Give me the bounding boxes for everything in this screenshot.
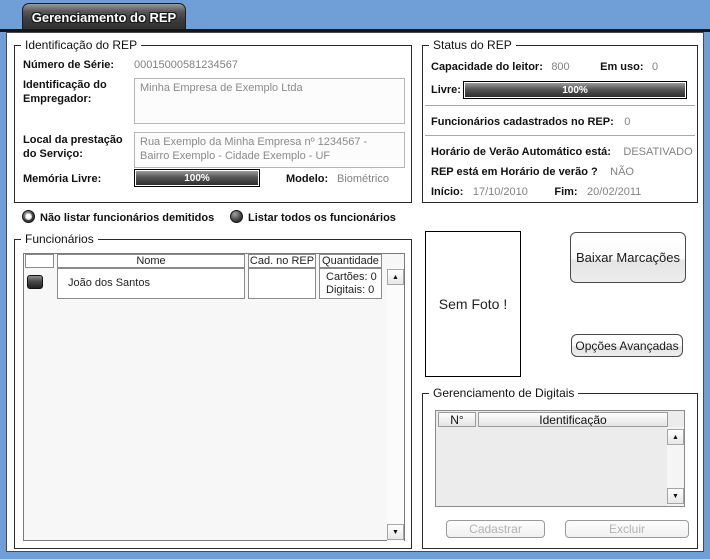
capacidade-value: 800: [551, 61, 569, 73]
fim-label: Fim:: [554, 186, 577, 198]
local-label: Local da prestação do Serviço:: [23, 133, 128, 161]
emuso-value: 0: [652, 61, 658, 73]
groupbox-identificacao-title: Identificação do REP: [21, 38, 141, 52]
capacity-row: Capacidade do leitor: 800 Em uso: 0: [431, 57, 689, 75]
cadastrados-label: Funcionários cadastrados no REP:: [431, 116, 614, 128]
groupbox-digitais-title: Gerenciamento de Digitais: [429, 386, 578, 400]
empregador-label: Identificação do Empregador:: [23, 78, 128, 106]
groupbox-status: Status do REP Capacidade do leitor: 800 …: [422, 45, 698, 203]
memoria-progressbar: 100%: [134, 169, 260, 187]
employee-table-scrollbar[interactable]: [387, 268, 404, 541]
employee-scroll-up-button[interactable]: ▲: [387, 269, 404, 285]
scroll-down-icon: ▼: [672, 493, 679, 500]
employee-table: Nome Cad. no REP Quantidade João dos San…: [23, 253, 405, 541]
baixar-marcacoes-button[interactable]: Baixar Marcações: [570, 232, 686, 283]
dst-current-row: REP está em Horário de verão ? NÃO: [431, 162, 689, 180]
employee-table-header-select[interactable]: [25, 254, 54, 268]
opcoes-avancadas-label: Opções Avançadas: [575, 339, 678, 353]
tab-title: Gerenciamento do REP: [32, 10, 176, 25]
employee-row-quantidade[interactable]: Cartões: 0 Digitais: 0: [319, 268, 382, 299]
fim-value: 20/02/2011: [587, 186, 641, 198]
cadastrados-value: 0: [624, 116, 630, 128]
registered-row: Funcionários cadastrados no REP: 0: [431, 112, 689, 130]
groupbox-status-title: Status do REP: [429, 38, 516, 52]
capacidade-label: Capacidade do leitor:: [431, 61, 543, 73]
employee-row-digitais: Digitais: 0: [326, 284, 381, 297]
modelo-value: Biométrico: [337, 173, 389, 185]
status-separator-1: [425, 105, 695, 106]
employee-table-header-cad[interactable]: Cad. no REP: [248, 254, 316, 268]
livre-label: Livre:: [431, 84, 461, 96]
modelo-label: Modelo:: [286, 173, 328, 185]
main-panel: Identificação do REP Número de Série: 00…: [6, 32, 704, 552]
digitais-table: N° Identificação ▲ ▼: [435, 410, 685, 507]
digitais-scroll-down-button[interactable]: ▼: [667, 488, 684, 504]
groupbox-funcionarios-title: Funcionários: [21, 232, 98, 246]
emuso-label: Em uso:: [600, 61, 643, 73]
verao-value: NÃO: [610, 166, 634, 178]
employee-scroll-down-button[interactable]: ▼: [387, 524, 404, 540]
tab-gerenciamento-do-rep[interactable]: Gerenciamento do REP: [22, 3, 186, 30]
scroll-up-icon: ▲: [672, 434, 679, 441]
digitais-header-numero[interactable]: N°: [438, 412, 476, 427]
groupbox-identificacao: Identificação do REP Número de Série: 00…: [14, 45, 412, 203]
inicio-label: Início:: [431, 186, 463, 198]
verao-auto-label: Horário de Verão Automático está:: [431, 146, 611, 158]
groupbox-funcionarios: Funcionários Nome Cad. no REP Quantidade…: [14, 239, 412, 549]
photo-placeholder-text: Sem Foto !: [439, 296, 507, 312]
groupbox-digitais: Gerenciamento de Digitais N° Identificaç…: [422, 393, 698, 549]
excluir-label: Excluir: [609, 522, 645, 536]
dst-auto-row: Horário de Verão Automático está: DESATI…: [431, 142, 689, 160]
memoria-progress-value: 100%: [136, 171, 258, 185]
photo-placeholder: Sem Foto !: [425, 231, 521, 377]
livre-progressbar: 100%: [463, 81, 687, 99]
employee-table-header-quantidade[interactable]: Quantidade: [319, 254, 382, 268]
radio-listar-todos-label[interactable]: Listar todos os funcionários: [248, 212, 396, 224]
status-separator-2: [425, 135, 695, 136]
scroll-down-icon: ▼: [392, 529, 399, 536]
employee-row-cartoes: Cartões: 0: [326, 271, 381, 284]
local-field[interactable]: Rua Exemplo da Minha Empresa nº 1234567 …: [134, 132, 405, 168]
employee-select-button[interactable]: [27, 275, 43, 289]
rep-management-window: Gerenciamento do REP Identificação do RE…: [0, 0, 710, 559]
memoria-label: Memória Livre:: [23, 173, 101, 185]
empregador-field[interactable]: Minha Empresa de Exemplo Ltda: [134, 78, 405, 124]
employee-row-nome[interactable]: João dos Santos: [57, 268, 245, 299]
inicio-value: 17/10/2010: [473, 186, 528, 198]
dst-dates-row: Início: 17/10/2010 Fim: 20/02/2011: [431, 182, 689, 200]
scroll-up-icon: ▲: [392, 274, 399, 281]
excluir-button[interactable]: Excluir: [565, 520, 689, 538]
serial-value: 00015000581234567: [134, 59, 238, 71]
radio-nao-listar-demitidos-label[interactable]: Não listar funcionários demitidos: [40, 212, 214, 224]
verao-label: REP está em Horário de verão ?: [431, 166, 598, 178]
digitais-header-identificacao[interactable]: Identificação: [478, 412, 668, 427]
digitais-scroll-up-button[interactable]: ▲: [667, 429, 684, 445]
livre-progress-value: 100%: [465, 83, 685, 97]
employee-row-cad[interactable]: [248, 268, 316, 299]
opcoes-avancadas-button[interactable]: Opções Avançadas: [571, 334, 683, 357]
cadastrar-button[interactable]: Cadastrar: [446, 520, 545, 538]
radio-listar-todos[interactable]: [230, 210, 243, 223]
cadastrar-label: Cadastrar: [469, 522, 522, 536]
serial-label: Número de Série:: [23, 59, 133, 71]
baixar-marcacoes-label: Baixar Marcações: [576, 250, 680, 265]
verao-auto-value: DESATIVADO: [623, 146, 692, 158]
employee-table-header-nome[interactable]: Nome: [57, 254, 245, 268]
radio-nao-listar-demitidos[interactable]: [22, 210, 35, 223]
